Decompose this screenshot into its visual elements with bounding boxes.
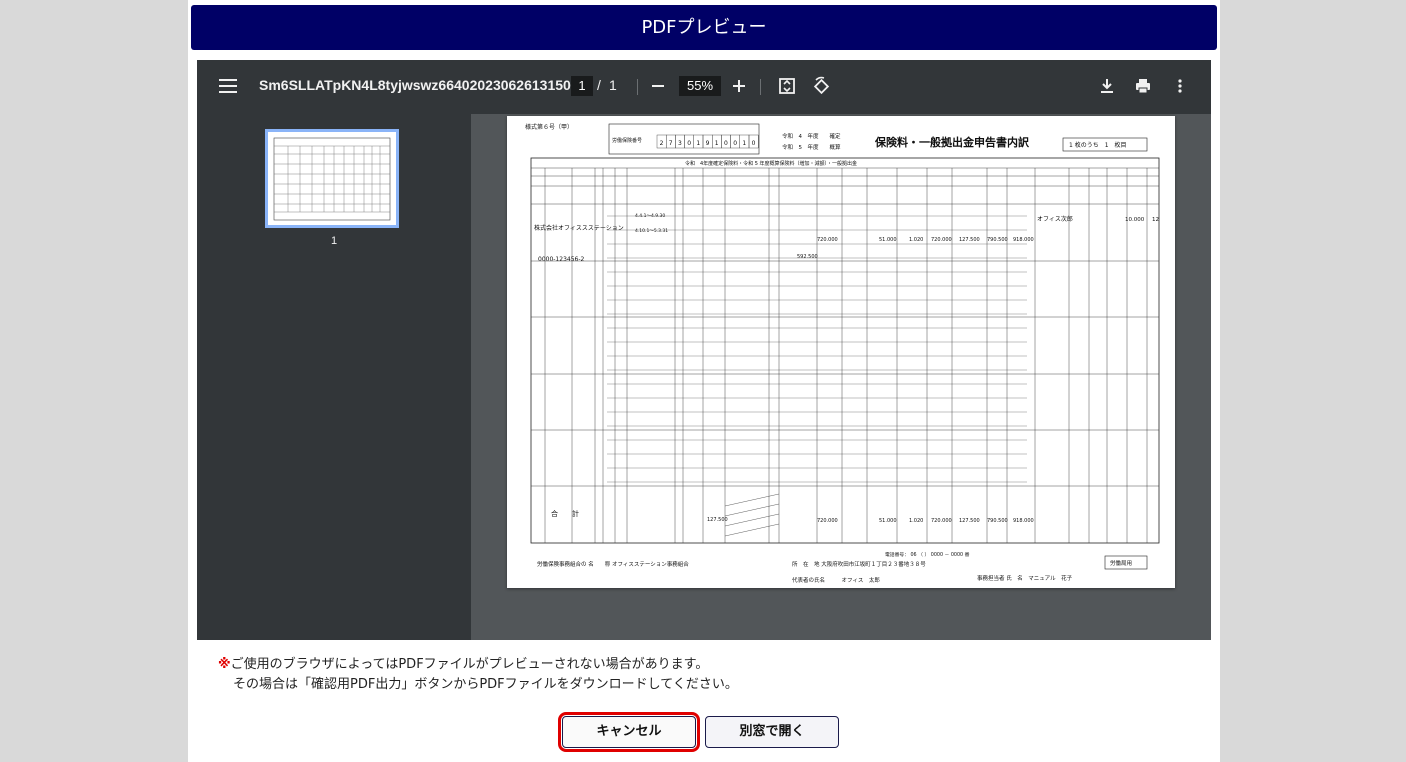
fit-page-icon[interactable] — [775, 74, 799, 98]
digit-value: 0 — [687, 140, 691, 147]
table-header-row: 令和 4年度確定保険料・令和 5 年度概算保険料（増加・減額）・一般拠出金 — [685, 160, 857, 167]
digit-value: 1 — [715, 140, 719, 147]
form-number: 様式第６号（甲） — [525, 123, 573, 131]
digit-value: 3 — [678, 140, 682, 147]
notice-mark: ※ — [218, 657, 231, 672]
thumbnail-sidebar: 1 — [197, 114, 471, 640]
year-confirmed: 令和 4 年度 確定 — [782, 132, 841, 140]
amount-cell: 720.000 — [931, 237, 952, 243]
menu-icon[interactable] — [219, 79, 237, 95]
total-amount-cell: 720.000 — [817, 518, 838, 524]
amount-cell: 790.500 — [987, 237, 1008, 243]
period-b: 4.10.1〜5.3.31 — [635, 228, 668, 234]
pdf-preview-dialog: PDFプレビュー Sm6SLLATpKN4L8tyjwswz6640202306… — [188, 0, 1220, 762]
insurance-no-label: 労働保険番号 — [612, 137, 642, 144]
contact-line: 事務担当者 氏 名 マニュアル 花子 — [977, 574, 1073, 582]
digit-value: 0 — [724, 140, 728, 147]
amount-cell: 720.000 — [817, 237, 838, 243]
amount-592: 592.500 — [797, 254, 818, 260]
address-line: 所 在 地 大阪府吹田市江坂町１丁目２３番地３８号 — [792, 560, 926, 568]
plus-icon[interactable] — [727, 74, 751, 98]
company-name: 株式会社オフィススステーション — [534, 224, 624, 232]
period-a: 4.4.1〜4.9.30 — [635, 213, 665, 219]
total-pages: 1 — [609, 77, 617, 93]
download-icon[interactable] — [1095, 74, 1119, 98]
total-amount-cell: 51.000 — [879, 518, 897, 524]
more-vert-icon[interactable] — [1168, 74, 1192, 98]
representative-line: 代表者の氏名 オフィス 太郎 — [792, 576, 880, 584]
page-separator: / — [597, 77, 601, 93]
total-amount-cell: 720.000 — [931, 518, 952, 524]
digit-value: 9 — [706, 140, 710, 147]
total-amount-cell: 1.020 — [909, 518, 923, 524]
document-title: 保険料・一般拠出金申告書内訳 — [874, 135, 1030, 149]
amount-cell: 127.500 — [959, 237, 980, 243]
phone-line: 電話番号： 06 （ ） 0000 － 0000 番 — [885, 551, 970, 558]
insurance-digits: 27301910010 — [656, 134, 759, 149]
hatch-line — [724, 493, 780, 507]
open-new-window-button[interactable]: 別窓で開く — [705, 716, 839, 748]
cancel-button[interactable]: キャンセル — [558, 712, 700, 752]
digit-value: 0 — [752, 140, 756, 147]
pdf-toolbar: Sm6SLLATpKN4L8tyjwswz664020230626131509 … — [197, 60, 1211, 114]
toolbar-divider — [760, 79, 761, 95]
print-icon[interactable] — [1131, 74, 1155, 98]
amount-cell: 918.000 — [1013, 237, 1034, 243]
total-small: 127.500 — [707, 517, 728, 523]
digit-value: 0 — [733, 140, 737, 147]
hatch-line — [724, 503, 780, 517]
digit-value: 1 — [696, 140, 700, 147]
total-amount-cell: 127.500 — [959, 518, 980, 524]
total-amount-cell: 790.500 — [987, 518, 1008, 524]
notice-line-1: ご使用のブラウザによってはPDFファイルがプレビューされない場合があります。 — [230, 657, 709, 672]
declaration-form: 様式第６号（甲） 労働保険番号 27301910010 令和 4 年度 確定 令… — [525, 123, 1160, 584]
worker-name: オフィス次郎 — [1037, 215, 1073, 223]
year-estimated: 令和 5 年度 概算 — [782, 143, 841, 151]
digit-value: 2 — [660, 140, 664, 147]
page-thumbnail[interactable] — [265, 129, 399, 228]
pdf-page: 様式第６号（甲） 労働保険番号 27301910010 令和 4 年度 確定 令… — [507, 116, 1175, 588]
pdf-viewer: Sm6SLLATpKN4L8tyjwswz664020230626131509 … — [197, 60, 1211, 640]
digit-value: 7 — [669, 140, 673, 147]
toolbar-divider — [637, 79, 638, 95]
hatch-line — [724, 513, 780, 527]
thumbnail-page-label: 1 — [330, 235, 338, 247]
page-number-input[interactable]: 1 — [571, 76, 593, 96]
company-code: 0000-123456-2 — [538, 256, 585, 263]
total-label: 合 計 — [551, 509, 579, 518]
amount-10000: 10.000 — [1125, 217, 1145, 223]
amount-12: 12 — [1152, 217, 1159, 223]
sheet-count: 1 枚のうち 1 枚目 — [1069, 141, 1127, 149]
digit-value: 1 — [742, 140, 746, 147]
bureau-box: 労働局用 — [1110, 559, 1132, 567]
union-line: 労働保険事務組合の 名 称 オフィスステーション事務組合 — [537, 560, 689, 568]
file-name: Sm6SLLATpKN4L8tyjwswz664020230626131509 — [259, 77, 579, 93]
amount-cell: 1.020 — [909, 237, 923, 243]
rotate-icon[interactable] — [809, 74, 833, 98]
zoom-level[interactable]: 55% — [679, 76, 721, 96]
browser-notice: ※ご使用のブラウザによってはPDFファイルがプレビューされない場合があります。 … — [218, 655, 738, 695]
minus-icon[interactable] — [646, 74, 670, 98]
dialog-title: PDFプレビュー — [191, 5, 1217, 50]
amount-cell: 51.000 — [879, 237, 897, 243]
total-amount-cell: 918.000 — [1013, 518, 1034, 524]
hatch-line — [724, 523, 780, 537]
notice-line-2: その場合は「確認用PDF出力」ボタンからPDFファイルをダウンロードしてください… — [233, 677, 738, 692]
